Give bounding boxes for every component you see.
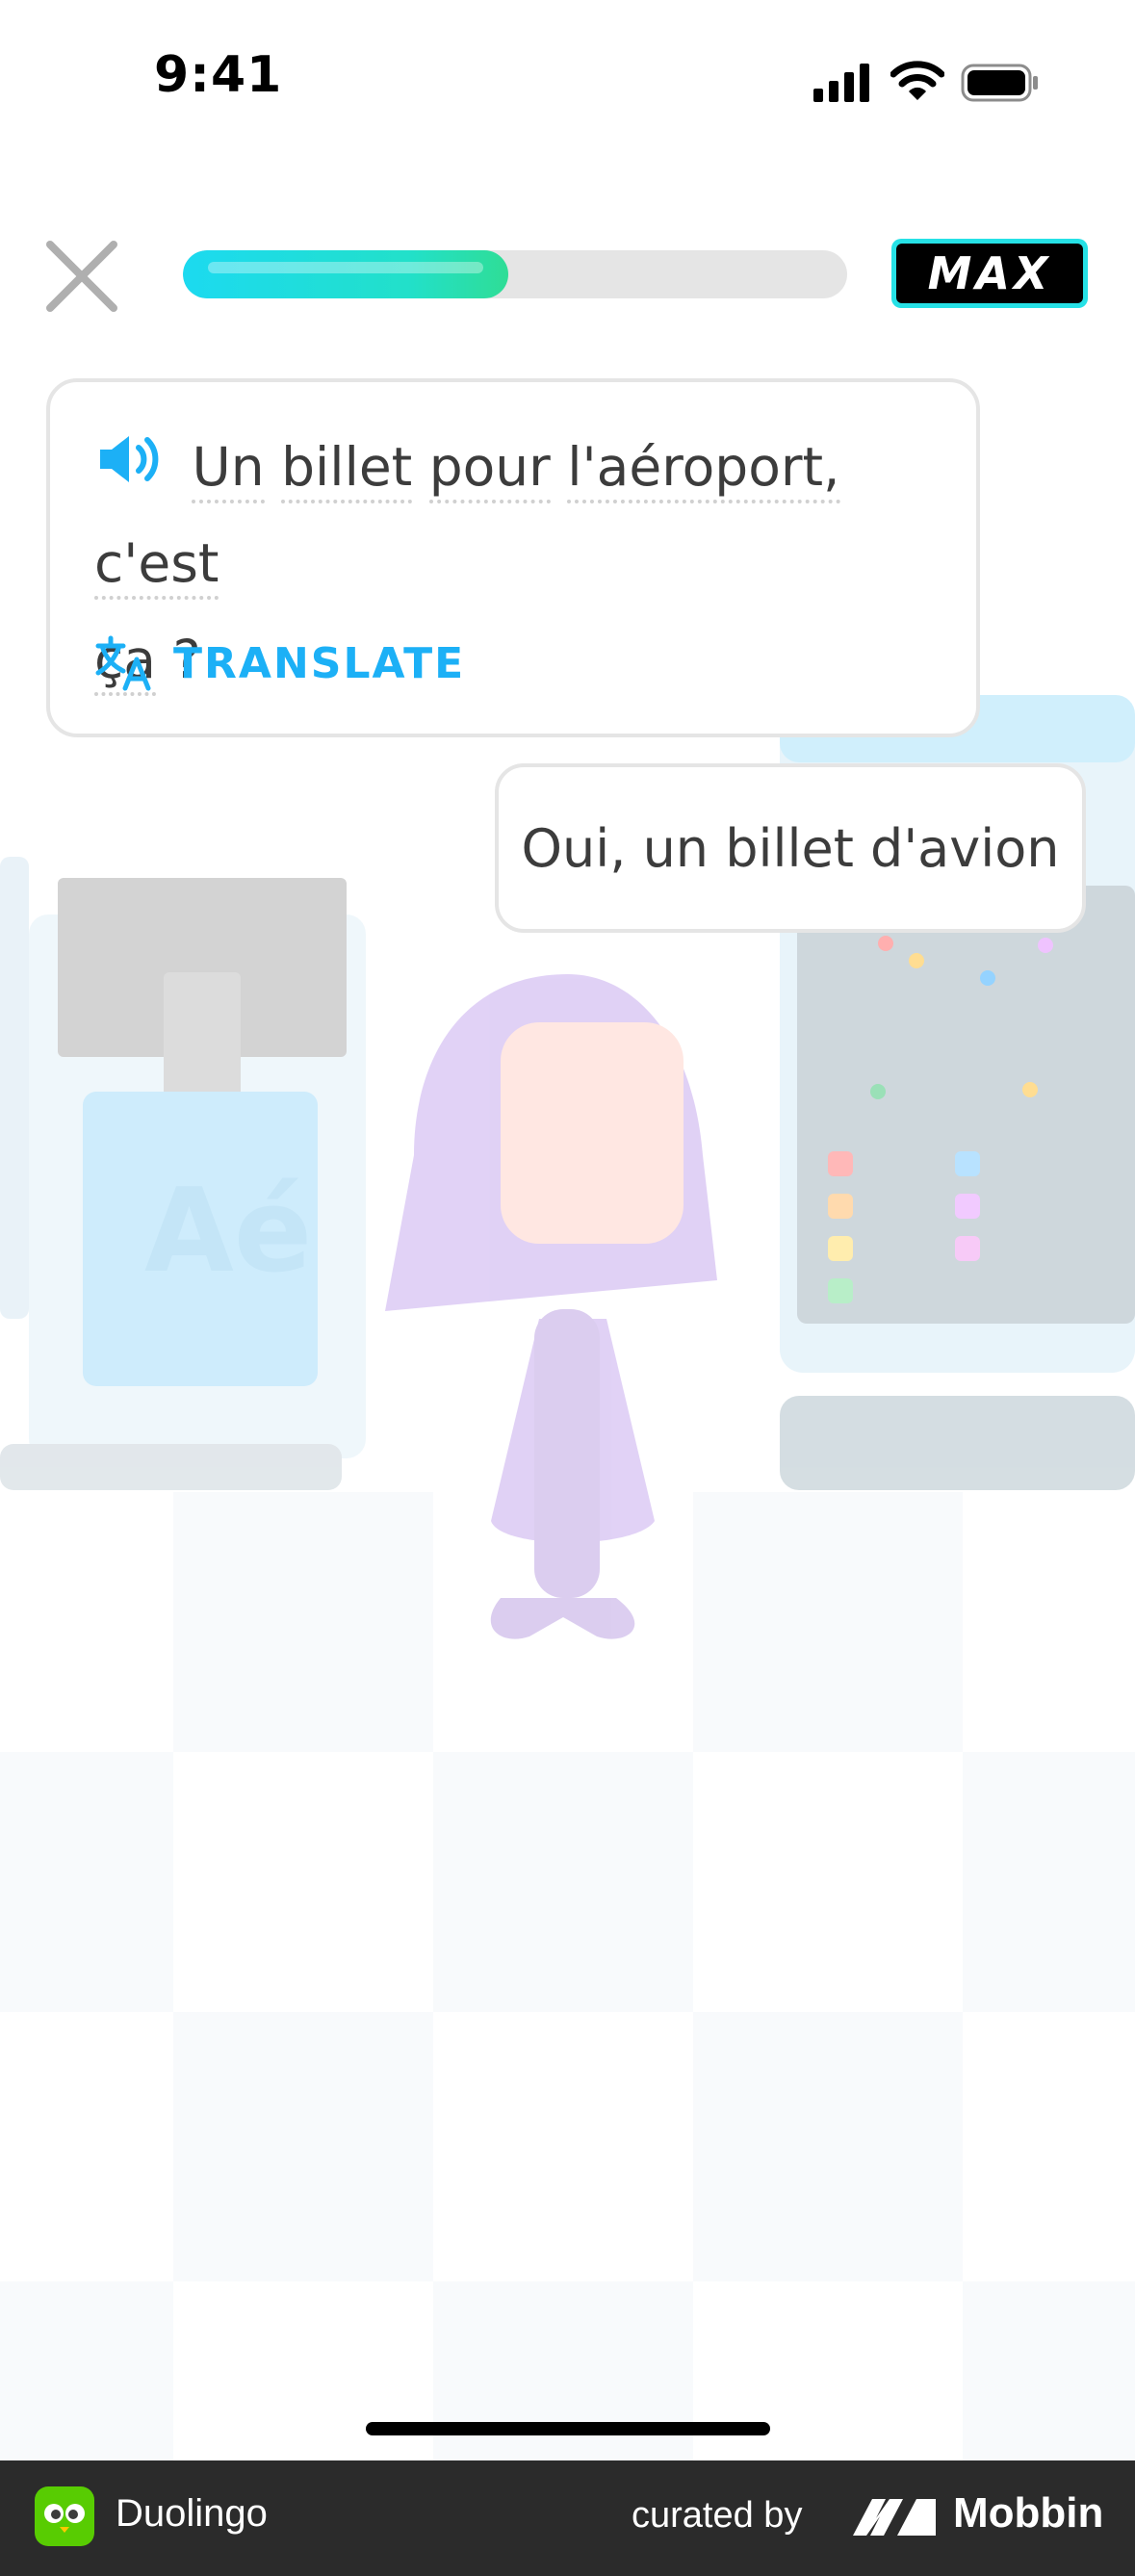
close-button[interactable] [39,233,125,320]
floor-tiles [0,1492,1135,2464]
prompt-word[interactable]: pour [428,436,551,503]
lesson-progress-bar [183,250,847,298]
close-icon [46,241,117,312]
translate-icon [95,635,151,691]
home-indicator[interactable] [366,2422,770,2435]
prompt-word[interactable]: l'aéroport, [567,436,840,503]
lesson-progress-fill [183,250,509,298]
duolingo-logo-icon [35,2486,94,2546]
prompt-word[interactable]: c'est [94,532,219,600]
character-lily [385,974,717,1639]
prompt-bubble: Un billet pour l'aéroport, c'est ça ? TR… [46,378,980,737]
footer-curated-by: curated by [632,2495,803,2536]
max-badge-label: MAX [896,244,1083,303]
mobbin-logo-icon [853,2499,936,2536]
reply-bubble: Oui, un billet d'avion [495,763,1086,933]
wifi-icon [890,61,944,100]
prompt-word[interactable]: Un [192,436,265,503]
signal-icon [813,64,869,102]
svg-text:Aé: Aé [144,1165,312,1299]
footer-app-name: Duolingo [116,2492,268,2535]
footer-brand: Mobbin [953,2489,1104,2537]
battery-icon [961,64,1038,102]
progress-highlight [208,262,484,273]
prompt-word[interactable]: billet [281,436,413,503]
translate-button[interactable]: TRANSLATE [94,634,465,692]
reply-text: Oui, un billet d'avion [521,817,1060,879]
footer-bar: Duolingo curated by Mobbin [0,2460,1135,2576]
ticket-kiosk: Aé [0,857,366,1490]
status-time: 9:41 [154,46,283,104]
translate-label: TRANSLATE [173,638,466,688]
max-badge[interactable]: MAX [891,239,1088,308]
scene-illustration: Aé [0,695,1135,2464]
